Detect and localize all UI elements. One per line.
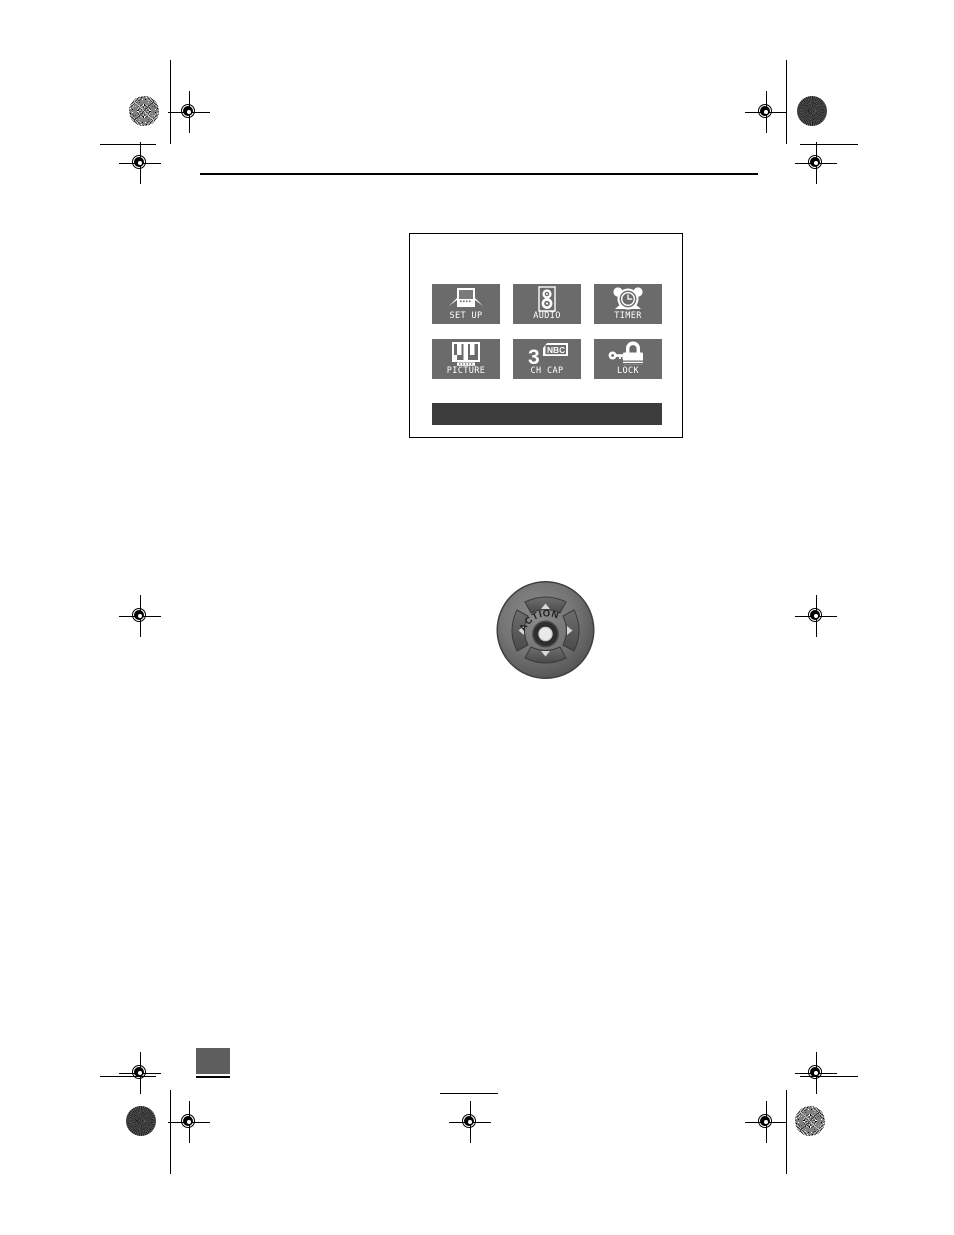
osd-tile-label: SET UP	[449, 311, 483, 321]
density-burst-dot	[129, 96, 159, 126]
density-burst-dot	[126, 1106, 156, 1136]
osd-main-menu-screen: SET UP AUDIO TIMER PICTURE 3 NBC CH CAP …	[409, 233, 683, 438]
registration-target	[119, 142, 161, 184]
osd-tile-picture[interactable]: PICTURE	[432, 339, 500, 379]
osd-tile-lock[interactable]: LOCK	[594, 339, 662, 379]
trim-line-bottom-center-horizontal	[440, 1093, 498, 1094]
registration-target	[168, 1101, 210, 1143]
trim-line-bottom-left-vertical	[170, 1090, 171, 1174]
trim-line-top-right-horizontal	[800, 144, 858, 145]
header-rule	[200, 173, 758, 175]
osd-tile-label: TIMER	[614, 311, 642, 321]
registration-target	[795, 142, 837, 184]
density-burst-dot	[797, 96, 827, 126]
osd-tile-label: AUDIO	[533, 311, 561, 321]
osd-status-bar	[432, 403, 662, 425]
osd-tile-timer[interactable]: TIMER	[594, 284, 662, 324]
svg-text:NBC: NBC	[547, 345, 565, 355]
registration-target	[119, 595, 161, 637]
osd-menu-grid: SET UP AUDIO TIMER PICTURE 3 NBC CH CAP …	[432, 284, 662, 379]
registration-target	[168, 91, 210, 133]
osd-tile-label: PICTURE	[446, 366, 486, 376]
trim-line-top-left-horizontal	[100, 144, 156, 145]
registration-target	[449, 1101, 491, 1143]
registration-target	[745, 91, 787, 133]
registration-target	[119, 1052, 161, 1094]
svg-text:3: 3	[528, 346, 540, 367]
trim-line-top-left-vertical	[170, 60, 171, 144]
registration-target	[745, 1101, 787, 1143]
channel-caption-icon: 3 NBC	[513, 341, 581, 367]
alarm-clock-icon	[594, 286, 662, 312]
picture-bars-icon	[432, 341, 500, 367]
registration-target	[795, 595, 837, 637]
tv-setup-icon	[432, 286, 500, 312]
action-navigation-wheel[interactable]: ACTION	[495, 580, 596, 680]
osd-tile-label: LOCK	[616, 366, 640, 376]
osd-tile-ch-cap[interactable]: 3 NBC CH CAP	[513, 339, 581, 379]
page-number-placeholder	[196, 1048, 230, 1076]
osd-tile-set-up[interactable]: SET UP	[432, 284, 500, 324]
osd-tile-audio[interactable]: AUDIO	[513, 284, 581, 324]
speaker-icon	[513, 286, 581, 312]
padlock-key-icon	[594, 341, 662, 367]
trim-line-bottom-right-vertical	[786, 1090, 787, 1174]
osd-tile-label: CH CAP	[530, 366, 564, 376]
registration-target	[795, 1052, 837, 1094]
density-burst-dot	[795, 1106, 825, 1136]
trim-line-top-right-vertical	[786, 60, 787, 144]
print-proof-page: SET UP AUDIO TIMER PICTURE 3 NBC CH CAP …	[0, 0, 954, 1235]
